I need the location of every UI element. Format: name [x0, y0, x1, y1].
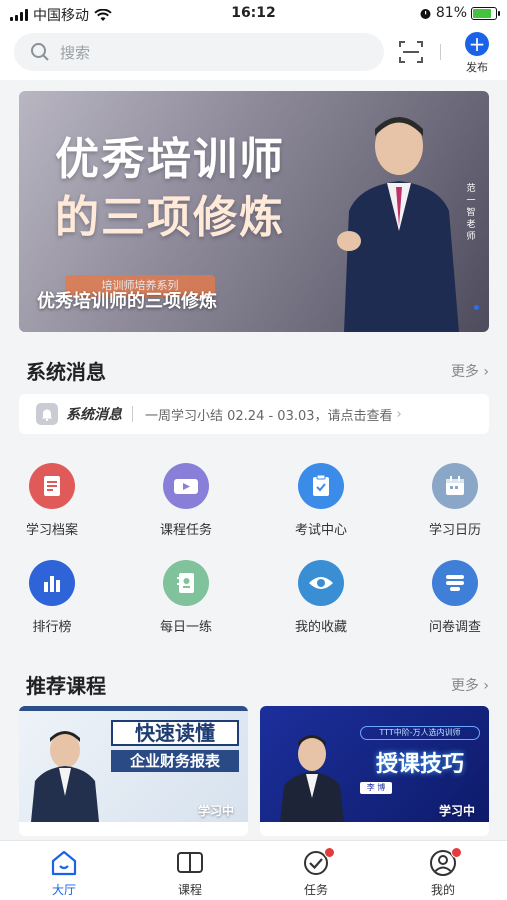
plus-icon: +	[465, 32, 489, 56]
quick-entry-study-calendar[interactable]: 学习日历	[400, 463, 507, 538]
banner-caption: 优秀培训师的三项修炼	[37, 291, 217, 312]
search-bar[interactable]: 搜索	[14, 33, 384, 71]
carousel-indicator	[474, 305, 479, 310]
tab-label: 大厅	[51, 883, 76, 897]
quick-entry-my-favorites[interactable]: 我的收藏	[266, 560, 376, 635]
quick-entry-label: 学习日历	[428, 523, 481, 538]
bar-chart-icon	[29, 560, 75, 606]
recommended-more-link[interactable]: 更多 ›	[451, 675, 489, 695]
system-messages-title: 系统消息	[26, 360, 106, 384]
video-icon	[163, 463, 209, 509]
notification-dot	[324, 847, 335, 858]
scan-icon[interactable]	[398, 40, 424, 64]
quick-entry-label: 学习档案	[25, 523, 78, 538]
course-thumb-badge: TTT中阶-万人选内训师	[360, 726, 480, 740]
course-presenter-tag: 李 博	[360, 782, 392, 794]
top-bar: 搜索 + 发布	[0, 26, 507, 80]
eye-icon	[298, 560, 344, 606]
quick-entry-leaderboard[interactable]: 排行榜	[0, 560, 107, 635]
banner-carousel[interactable]: 范一智老师 优秀培训师 的三项修炼 培训师培养系列 优秀培训师的三项修炼	[19, 91, 489, 332]
quick-entry-label: 考试中心	[294, 523, 347, 538]
battery-percent: 81%	[435, 5, 467, 21]
tab-mine[interactable]: 我的	[393, 847, 493, 898]
course-status: 学习中	[438, 804, 475, 818]
status-bar: 中国移动 16:12 81%	[0, 0, 507, 26]
profile-icon	[428, 847, 462, 877]
quick-entry-course-tasks[interactable]: 课程任务	[131, 463, 241, 538]
banner-headline-line1: 优秀培训师	[55, 134, 285, 185]
bell-icon	[36, 403, 58, 425]
quick-entry-label: 我的收藏	[294, 620, 347, 635]
banner-vertical-text: 范一智老师	[466, 184, 476, 242]
battery-icon	[471, 6, 500, 20]
tab-label: 课程	[177, 883, 202, 897]
course-thumb-title: 快速读懂	[111, 720, 239, 746]
clipboard-check-icon	[298, 463, 344, 509]
tab-tasks[interactable]: 任务	[266, 847, 366, 898]
chevron-right-icon: ›	[483, 678, 489, 694]
quick-entry-study-record[interactable]: 学习档案	[0, 463, 107, 538]
banner-headline-line2: 的三项修炼	[55, 192, 285, 243]
system-notice-bar[interactable]: 系统消息 一周学习小结 02.24 - 03.03，请点击查看 ›	[19, 394, 489, 434]
tab-hall[interactable]: 大厅	[14, 849, 114, 898]
notice-divider	[132, 406, 133, 422]
course-status: 学习中	[197, 804, 234, 818]
quick-entry-label: 每日一练	[159, 620, 212, 635]
home-icon	[49, 849, 79, 877]
more-label: 更多	[450, 364, 479, 380]
search-icon	[31, 43, 49, 61]
publish-label: 发布	[466, 61, 488, 74]
document-icon	[29, 463, 75, 509]
task-check-icon	[301, 847, 335, 877]
system-messages-more-link[interactable]: 更多 ›	[451, 361, 489, 381]
notice-text: 一周学习小结 02.24 - 03.03，请点击查看	[145, 408, 393, 424]
bottom-tab-bar: 大厅 课程 任务 我的	[0, 840, 507, 900]
tab-label: 任务	[303, 883, 328, 897]
search-placeholder: 搜索	[60, 43, 91, 62]
banner-headline: 优秀培训师 的三项修炼	[55, 131, 325, 247]
calendar-icon	[432, 463, 478, 509]
notice-label: 系统消息	[66, 407, 122, 423]
quick-entry-survey[interactable]: 问卷调查	[400, 560, 507, 635]
course-thumb-subtitle: 企业财务报表	[111, 750, 239, 772]
course-thumb-title: 授课技巧	[375, 752, 464, 777]
quick-entry-label: 课程任务	[159, 523, 212, 538]
course-card[interactable]: TTT中阶-万人选内训师 授课技巧 李 博 学习中	[260, 706, 489, 836]
course-card[interactable]: 快速读懂 企业财务报表 学习中	[19, 706, 248, 836]
chevron-right-icon: ›	[483, 364, 489, 380]
quick-entry-exam-center[interactable]: 考试中心	[266, 463, 376, 538]
more-label: 更多	[450, 678, 479, 694]
notebook-icon	[163, 560, 209, 606]
quick-entry-label: 问卷调查	[428, 620, 481, 635]
recommended-courses-title: 推荐课程	[26, 674, 106, 698]
book-icon	[175, 849, 205, 877]
quick-entry-daily-practice[interactable]: 每日一练	[131, 560, 241, 635]
notification-dot	[451, 847, 462, 858]
alarm-icon	[420, 8, 431, 19]
tab-courses[interactable]: 课程	[140, 849, 240, 898]
presenter-photo	[337, 117, 459, 332]
topbar-divider	[440, 44, 441, 60]
chevron-right-icon: ›	[396, 406, 402, 422]
tab-label: 我的	[430, 883, 455, 897]
survey-icon	[432, 560, 478, 606]
publish-button[interactable]: + 发布	[459, 32, 495, 75]
quick-entry-label: 排行榜	[32, 620, 72, 635]
